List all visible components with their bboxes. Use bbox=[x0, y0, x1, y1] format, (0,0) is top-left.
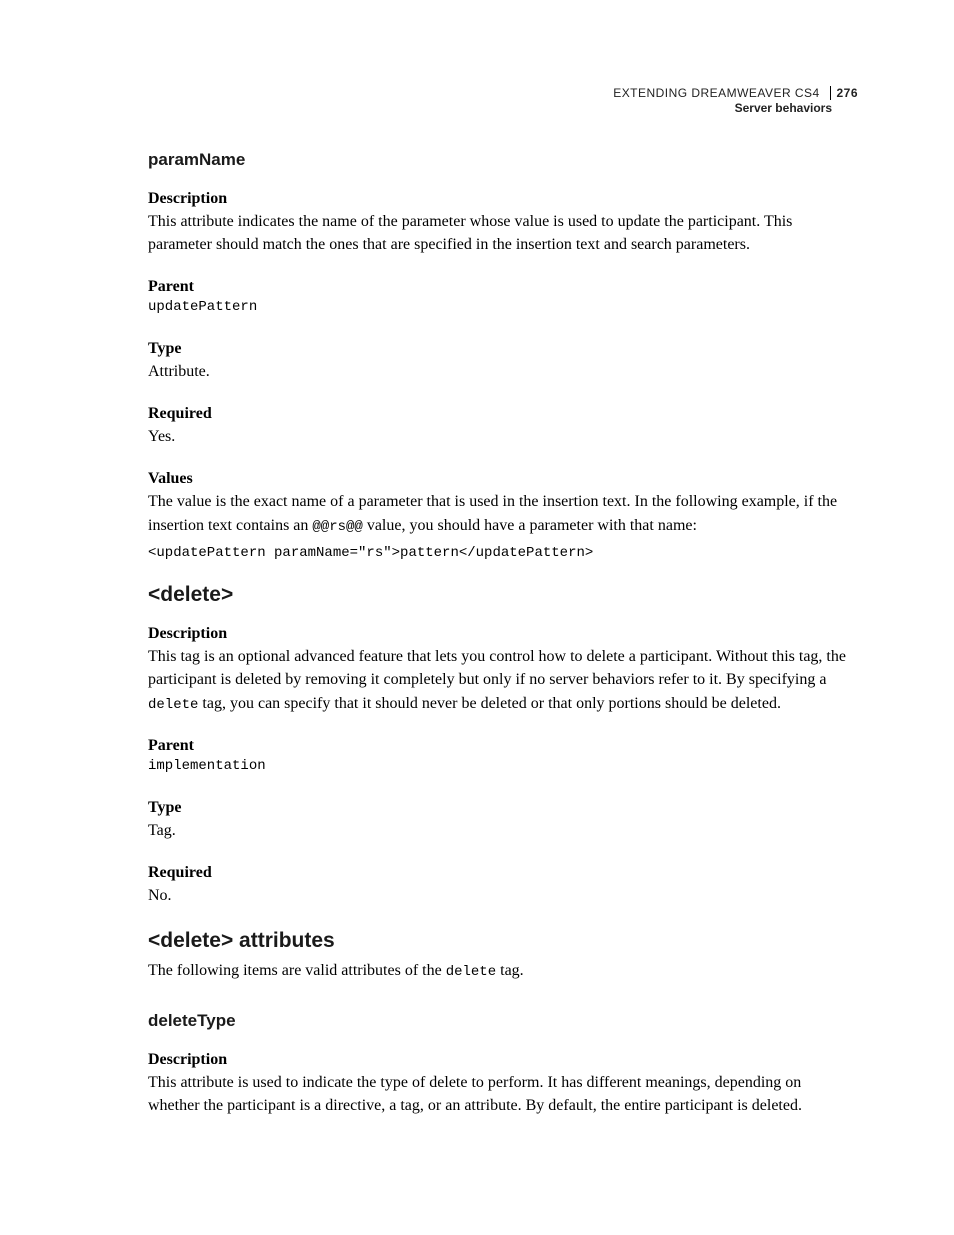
value-type: Attribute. bbox=[148, 360, 848, 383]
label-parent: Parent bbox=[148, 737, 848, 755]
text-desc-post: tag, you can specify that it should neve… bbox=[198, 695, 781, 712]
label-description: Description bbox=[148, 625, 848, 643]
text-values: The value is the exact name of a paramet… bbox=[148, 490, 848, 537]
label-parent: Parent bbox=[148, 278, 848, 296]
running-header: EXTENDING DREAMWEAVER CS4 276 Server beh… bbox=[613, 86, 858, 116]
heading-paramname: paramName bbox=[148, 150, 848, 170]
page-number: 276 bbox=[830, 86, 858, 100]
text-description: This attribute is used to indicate the t… bbox=[148, 1071, 848, 1117]
intro-pre: The following items are valid attributes… bbox=[148, 962, 446, 979]
label-description: Description bbox=[148, 190, 848, 208]
label-description: Description bbox=[148, 1051, 848, 1069]
code-updatepattern: <updatePattern paramName="rs">pattern</u… bbox=[148, 545, 848, 561]
value-type: Tag. bbox=[148, 819, 848, 842]
label-values: Values bbox=[148, 470, 848, 488]
document-page: EXTENDING DREAMWEAVER CS4 276 Server beh… bbox=[0, 0, 954, 1235]
label-required: Required bbox=[148, 405, 848, 423]
value-required: No. bbox=[148, 884, 848, 907]
heading-delete: <delete> bbox=[148, 583, 848, 607]
value-parent: implementation bbox=[148, 757, 848, 777]
doc-title: EXTENDING DREAMWEAVER CS4 bbox=[613, 86, 819, 100]
page-content: paramName Description This attribute ind… bbox=[148, 150, 848, 1117]
value-required: Yes. bbox=[148, 425, 848, 448]
code-rs: @@rs@@ bbox=[312, 519, 362, 535]
text-values-post: value, you should have a parameter with … bbox=[363, 517, 697, 534]
intro-post: tag. bbox=[496, 962, 524, 979]
label-type: Type bbox=[148, 340, 848, 358]
code-delete-inline: delete bbox=[148, 697, 198, 713]
text-description: This attribute indicates the name of the… bbox=[148, 210, 848, 256]
value-parent: updatePattern bbox=[148, 298, 848, 318]
text-delete-attributes-intro: The following items are valid attributes… bbox=[148, 959, 848, 983]
doc-title-line: EXTENDING DREAMWEAVER CS4 276 bbox=[613, 86, 858, 101]
text-desc-pre: This tag is an optional advanced feature… bbox=[148, 648, 846, 688]
text-description: This tag is an optional advanced feature… bbox=[148, 645, 848, 715]
heading-deletetype: deleteType bbox=[148, 1011, 848, 1031]
label-type: Type bbox=[148, 799, 848, 817]
heading-delete-attributes: <delete> attributes bbox=[148, 929, 848, 953]
label-required: Required bbox=[148, 864, 848, 882]
code-delete-word: delete bbox=[446, 964, 496, 980]
section-name: Server behaviors bbox=[613, 101, 858, 116]
